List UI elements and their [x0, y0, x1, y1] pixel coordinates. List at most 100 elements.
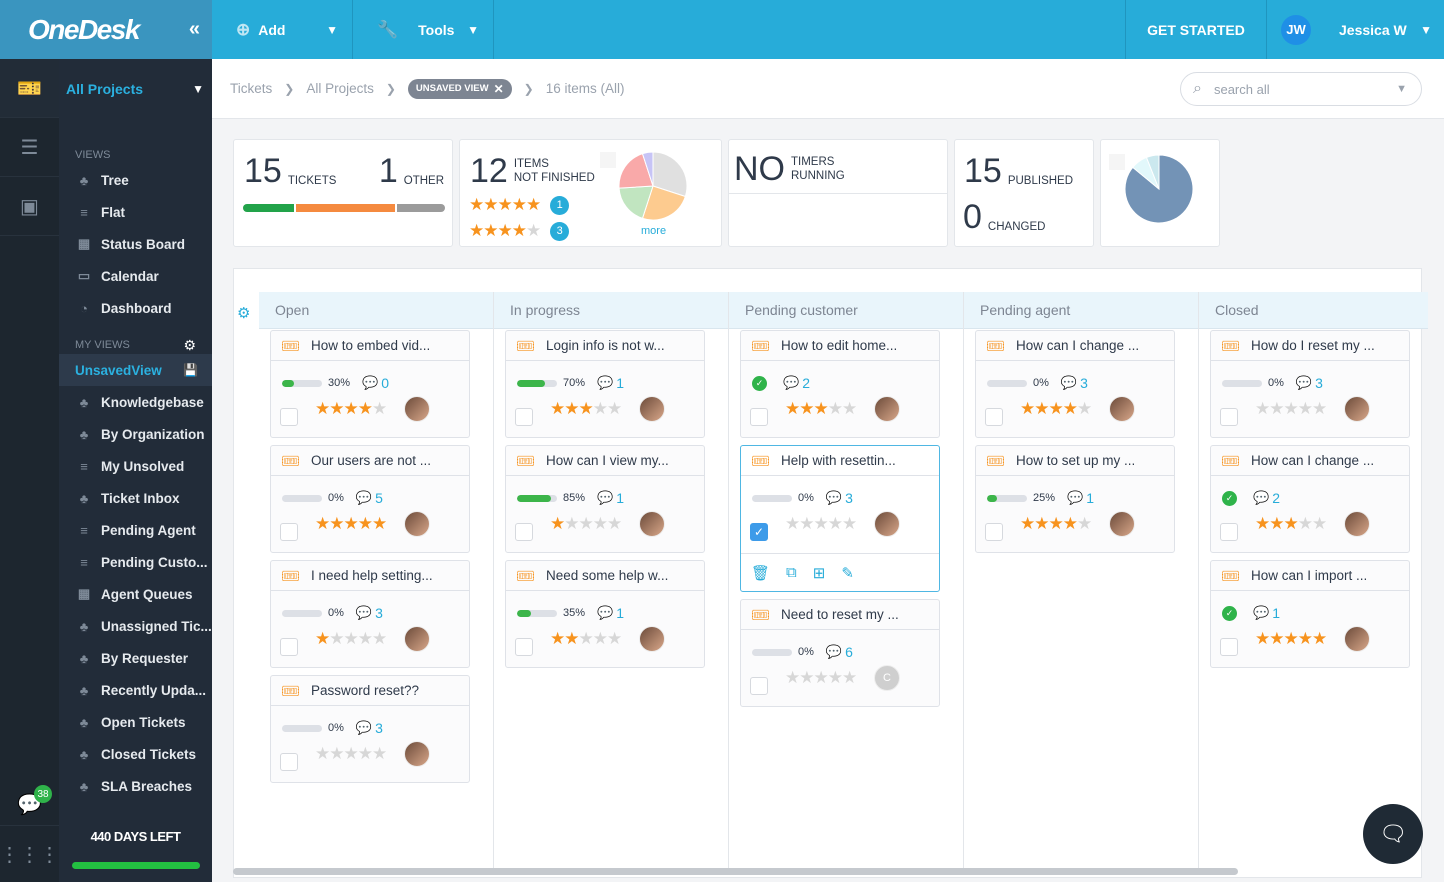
comments-count[interactable]: 💬 1 [597, 375, 624, 391]
card-select-checkbox[interactable] [750, 408, 768, 426]
ticket-card[interactable]: 🎟 How can I import ... ✓ 💬 1 ★★★★★ [1210, 560, 1410, 668]
sidebar-myview-pending-agent[interactable]: ≡ Pending Agent [59, 514, 212, 546]
sidebar-myview-pending-custo[interactable]: ≡ Pending Custo... [59, 546, 212, 578]
assignee-avatar[interactable] [404, 396, 430, 422]
card-select-checkbox[interactable] [985, 408, 1003, 426]
sidebar-myview-by-requester[interactable]: ♣ By Requester [59, 642, 212, 674]
apps-grid-icon[interactable]: ⋮⋮⋮ [0, 825, 60, 882]
timers-stat-card[interactable]: NO TIMERS RUNNING [728, 139, 948, 247]
column-header[interactable]: Closed [1199, 292, 1428, 329]
comments-count[interactable]: 💬 6 [826, 644, 853, 660]
user-menu[interactable]: JW Jessica W ▼ [1267, 0, 1444, 59]
ticket-card[interactable]: 🎟 How can I view my... 85% 💬 1 ★★★★★ [505, 445, 705, 553]
card-title[interactable]: How can I change ... [1251, 453, 1374, 468]
assignee-avatar[interactable] [1344, 511, 1370, 537]
comments-count[interactable]: 💬 1 [1253, 605, 1280, 621]
sidebar-myview-sla-breaches[interactable]: ♣ SLA Breaches [59, 770, 212, 802]
get-started-button[interactable]: GET STARTED [1125, 0, 1267, 59]
card-star-rating[interactable]: ★★★★★ [1255, 399, 1327, 419]
sidebar-view-tree[interactable]: ♣ Tree [59, 164, 212, 196]
messenger-rail-icon[interactable]: 💬 38 [0, 779, 59, 829]
card-star-rating[interactable]: ★★★★★ [1020, 399, 1092, 419]
board-settings-gear-icon[interactable]: ⚙ [237, 304, 250, 322]
card-star-rating[interactable]: ★★★★★ [785, 514, 857, 534]
card-star-rating[interactable]: ★★★★★ [550, 399, 622, 419]
status-pie-chart[interactable] [617, 150, 689, 222]
ticket-card[interactable]: 🎟 Need some help w... 35% 💬 1 ★★★★★ [505, 560, 705, 668]
comments-count[interactable]: 💬 2 [1253, 490, 1280, 506]
tools-button[interactable]: 🔧 Tools ▼ [353, 0, 494, 59]
card-select-checkbox[interactable] [750, 677, 768, 695]
project-selector[interactable]: All Projects ▼ [59, 59, 212, 118]
card-star-rating[interactable]: ★★★★★ [550, 629, 622, 649]
card-star-rating[interactable]: ★★★★★ [315, 514, 387, 534]
ticket-card[interactable]: 🎟 How to embed vid... 30% 💬 0 ★★★★★ [270, 330, 470, 438]
sidebar-myview-unsavedview[interactable]: UnsavedView 💾 [59, 354, 212, 386]
ticket-card[interactable]: 🎟 How to set up my ... 25% 💬 1 ★★★★★ [975, 445, 1175, 553]
card-select-checkbox[interactable] [280, 638, 298, 656]
comments-count[interactable]: 💬 3 [826, 490, 853, 506]
comments-count[interactable]: 💬 5 [356, 490, 383, 506]
card-star-rating[interactable]: ★★★★★ [1255, 629, 1327, 649]
sidebar-myview-agent-queues[interactable]: ▦ Agent Queues [59, 578, 212, 610]
card-title[interactable]: I need help setting... [311, 568, 433, 583]
tickets-stat-card[interactable]: 15 TICKETS 1 OTHER [233, 139, 453, 247]
card-title[interactable]: Password reset?? [311, 683, 419, 698]
card-star-rating[interactable]: ★★★★★ [1020, 514, 1092, 534]
sidebar-myview-my-unsolved[interactable]: ≡ My Unsolved [59, 450, 212, 482]
save-view-icon[interactable]: 💾 [183, 363, 198, 377]
card-title[interactable]: Help with resettin... [781, 453, 896, 468]
card-select-checkbox[interactable] [280, 408, 298, 426]
comments-count[interactable]: 💬 3 [1296, 375, 1323, 391]
assignee-avatar[interactable] [404, 626, 430, 652]
ticket-card[interactable]: 🎟 How to edit home... ✓ 💬 2 ★★★★★ [740, 330, 940, 438]
ticket-card[interactable]: 🎟 Password reset?? 0% 💬 3 ★★★★★ [270, 675, 470, 783]
rating-row[interactable]: ★★★★★ 1 [469, 192, 570, 218]
edit-pencil-icon[interactable]: ✎ [841, 564, 854, 582]
card-title[interactable]: Login info is not w... [546, 338, 665, 353]
sliders-icon[interactable]: ⚙ [183, 337, 196, 354]
comments-count[interactable]: 💬 2 [783, 375, 810, 391]
card-title[interactable]: Need some help w... [546, 568, 668, 583]
assignee-avatar[interactable] [639, 396, 665, 422]
sidebar-myview-ticket-inbox[interactable]: ♣ Ticket Inbox [59, 482, 212, 514]
ticket-card[interactable]: 🎟 How do I reset my ... 0% 💬 3 ★★★★★ [1210, 330, 1410, 438]
comments-count[interactable]: 💬 1 [597, 605, 624, 621]
chevron-down-icon[interactable]: ▼ [1396, 83, 1407, 95]
sidebar-view-calendar[interactable]: ▭ Calendar [59, 260, 212, 292]
assignee-avatar[interactable] [404, 511, 430, 537]
collapse-sidebar-icon[interactable]: « [189, 18, 200, 41]
priority-pie-chart[interactable] [1123, 153, 1195, 225]
sidebar-myview-closed-tickets[interactable]: ♣ Closed Tickets [59, 738, 212, 770]
card-title[interactable]: How can I change ... [1016, 338, 1139, 353]
sidebar-myview-open-tickets[interactable]: ♣ Open Tickets [59, 706, 212, 738]
add-button[interactable]: ⊕ Add ▼ [212, 0, 353, 59]
close-icon[interactable]: ✕ [494, 82, 504, 96]
card-star-rating[interactable]: ★★★★★ [1255, 514, 1327, 534]
horizontal-scrollbar[interactable] [233, 868, 1238, 875]
assignee-avatar[interactable]: C [874, 665, 900, 691]
card-select-checkbox[interactable] [515, 523, 533, 541]
assignee-avatar[interactable] [639, 511, 665, 537]
ticket-card[interactable]: 🎟 How can I change ... 0% 💬 3 ★★★★★ [975, 330, 1175, 438]
tasks-rail-icon[interactable]: ☰ [0, 118, 59, 177]
sidebar-view-dashboard[interactable]: ◔ Dashboard [59, 292, 212, 324]
items-stat-card[interactable]: 12 ITEMS NOT FINISHED ★★★★★ 1 ★★★★★ 3 more [459, 139, 722, 247]
card-select-checkbox[interactable] [280, 753, 298, 771]
sidebar-myview-recently-upda[interactable]: ♣ Recently Upda... [59, 674, 212, 706]
card-title[interactable]: Our users are not ... [311, 453, 431, 468]
comments-count[interactable]: 💬 0 [362, 375, 389, 391]
card-select-checkbox[interactable] [1220, 638, 1238, 656]
sidebar-view-flat[interactable]: ≡ Flat [59, 196, 212, 228]
tickets-rail-icon[interactable]: 🎫 [0, 59, 59, 118]
assignee-avatar[interactable] [1109, 511, 1135, 537]
card-select-checkbox[interactable] [1220, 408, 1238, 426]
assignee-avatar[interactable] [639, 626, 665, 652]
assignee-avatar[interactable] [874, 396, 900, 422]
assignee-avatar[interactable] [404, 741, 441, 767]
comments-count[interactable]: 💬 3 [356, 605, 383, 621]
comments-count[interactable]: 💬 3 [1061, 375, 1088, 391]
copy-icon[interactable]: ⧉ [786, 564, 797, 581]
card-star-rating[interactable]: ★★★★★ [315, 399, 387, 419]
breadcrumb-tickets[interactable]: Tickets [230, 81, 272, 96]
